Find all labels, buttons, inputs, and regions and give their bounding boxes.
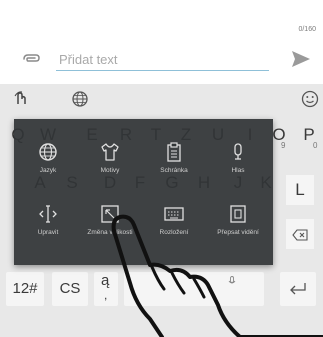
option-themes-label: Motivy (100, 167, 120, 174)
shirt-icon (101, 143, 119, 161)
char-counter: 0/160 (298, 26, 316, 33)
option-clipboard[interactable]: Schránka (142, 141, 206, 175)
hand-pointer-illustration (111, 214, 323, 337)
cursor-edit-icon (39, 205, 57, 223)
key-p-sub: 0 (313, 141, 318, 150)
option-edit-label: Upravit (37, 229, 59, 236)
screen: 0/160 Přidat text O 9 P 0 L 12# CS ą , J… (0, 0, 323, 337)
globe-icon (39, 143, 57, 161)
option-themes[interactable]: Motivy (78, 141, 142, 175)
gesture-icon[interactable] (12, 89, 32, 109)
key-l[interactable]: L (286, 175, 314, 205)
option-voice-label: Hlas (231, 167, 245, 174)
message-input[interactable]: Přidat text (56, 50, 269, 71)
keyboard-toolbar (0, 84, 323, 114)
option-language[interactable]: Jazyk (16, 141, 80, 175)
mic-icon (234, 143, 242, 160)
language-key[interactable]: CS (52, 272, 88, 306)
emoji-icon[interactable] (300, 89, 320, 109)
option-edit[interactable]: Upravit (16, 203, 80, 237)
option-voice[interactable]: Hlas (206, 141, 270, 175)
option-language-label: Jazyk (39, 167, 57, 174)
option-clipboard-label: Schránka (160, 167, 188, 174)
compose-area: 0/160 Přidat text (0, 0, 323, 84)
numbers-key[interactable]: 12# (6, 272, 44, 306)
key-p[interactable]: P 0 (298, 125, 320, 150)
globe-toolbar-icon[interactable] (70, 89, 90, 109)
clipboard-icon (167, 142, 181, 162)
attach-icon[interactable] (20, 52, 42, 66)
key-o-sub: 9 (281, 141, 286, 150)
send-icon[interactable] (291, 50, 311, 68)
